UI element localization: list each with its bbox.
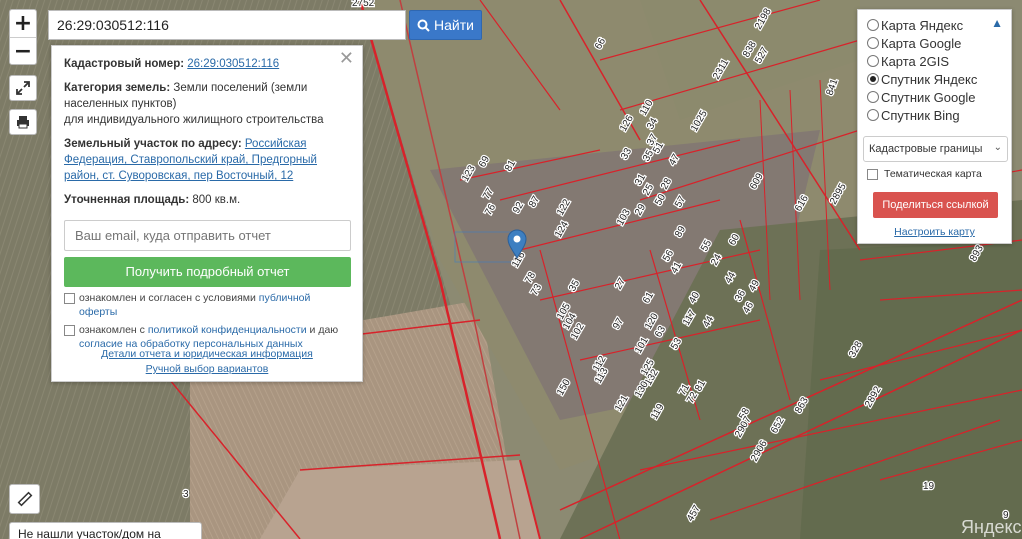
- privacy-policy-link[interactable]: политикой конфиденциальности: [148, 324, 307, 336]
- area-label: Уточненная площадь:: [64, 194, 190, 206]
- overlay-select[interactable]: Кадастровые границы ⌄: [863, 136, 1008, 162]
- ruler-button[interactable]: [9, 484, 40, 514]
- expand-icon: [16, 81, 30, 95]
- cadastral-label: Кадастровый номер:: [64, 58, 185, 70]
- email-input[interactable]: [64, 220, 351, 251]
- radio-icon[interactable]: [867, 109, 879, 121]
- layer-switcher-panel: ▲ Карта Яндекс Карта Google Карта 2GIS Спут…: [857, 9, 1012, 244]
- report-details-link[interactable]: Детали отчета и юридическая информация: [52, 347, 362, 362]
- offer-agreement: ознакомлен и согласен с условиями публич…: [64, 291, 350, 319]
- fullscreen-button[interactable]: [9, 75, 37, 101]
- layer-option[interactable]: Карта 2GIS: [867, 52, 1011, 70]
- radio-icon[interactable]: [867, 37, 879, 49]
- setup-map-link[interactable]: Настроить карту: [858, 226, 1011, 238]
- zoom-out-button[interactable]: −: [10, 37, 36, 64]
- layer-option-label: Спутник Яндекс: [881, 71, 978, 87]
- parcel-number-label[interactable]: 3: [182, 488, 191, 502]
- thematic-checkbox[interactable]: [867, 168, 878, 180]
- land-category-row: Категория земель: Земли поселений (земли…: [64, 80, 350, 128]
- manual-selection-link[interactable]: Ручной выбор вариантов: [52, 362, 362, 377]
- layer-option[interactable]: Спутник Bing: [867, 106, 1011, 124]
- layer-option[interactable]: Карта Google: [867, 34, 1011, 52]
- chevron-up-icon[interactable]: ▲: [991, 16, 1003, 30]
- attribution-logo: Яндекс: [961, 517, 1022, 537]
- parcel-info-panel: ✕ Кадастровый номер: 26:29:030512:116 Ка…: [51, 45, 363, 382]
- category-label: Категория земель:: [64, 82, 171, 94]
- thematic-map-toggle[interactable]: Тематическая карта: [867, 168, 982, 180]
- layer-option-label: Карта 2GIS: [881, 53, 950, 69]
- area-row: Уточненная площадь: 800 кв.м.: [64, 192, 350, 208]
- print-icon: [17, 116, 29, 129]
- print-button[interactable]: [9, 109, 37, 135]
- search-button-label: Найти: [434, 17, 474, 33]
- layer-option-label: Спутник Google: [881, 89, 976, 105]
- ruler-icon: [17, 491, 32, 507]
- radio-icon[interactable]: [867, 19, 879, 31]
- get-report-button[interactable]: Получить подробный отчет: [64, 257, 351, 287]
- area-value: 800 кв.м.: [192, 194, 241, 206]
- parcel-number-label[interactable]: 19: [922, 480, 936, 494]
- chevron-down-icon: ⌄: [993, 142, 1002, 153]
- panel-links: Детали отчета и юридическая информация Р…: [52, 347, 362, 377]
- offer-label: ознакомлен и согласен с условиями: [79, 292, 256, 304]
- share-link-button[interactable]: Поделиться ссылкой: [873, 192, 998, 218]
- layer-option-label: Спутник Bing: [881, 107, 960, 123]
- zoom-in-button[interactable]: +: [10, 10, 36, 37]
- thematic-label: Тематическая карта: [884, 168, 982, 180]
- address-label: Земельный участок по адресу:: [64, 138, 242, 150]
- privacy-mid-text: и даю: [309, 324, 339, 336]
- layer-option[interactable]: Спутник Google: [867, 88, 1011, 106]
- category-use: для индивидуального жилищного строительс…: [64, 114, 324, 126]
- cadastral-search-input[interactable]: [48, 10, 406, 40]
- cadastral-number-row: Кадастровый номер: 26:29:030512:116: [64, 56, 350, 72]
- radio-icon[interactable]: [867, 55, 879, 67]
- help-tab[interactable]: Не нашли участок/дом на карте?: [9, 522, 202, 539]
- layer-option[interactable]: Карта Яндекс: [867, 16, 1011, 34]
- parcel-number-label[interactable]: 2752: [351, 0, 376, 10]
- offer-checkbox[interactable]: [64, 293, 75, 304]
- layer-option[interactable]: Спутник Яндекс: [867, 70, 1011, 88]
- search-icon: [417, 19, 430, 32]
- offer-text: ознакомлен и согласен с условиями публич…: [79, 291, 350, 319]
- basemap-options: Карта Яндекс Карта Google Карта 2GIS Спутни…: [867, 16, 1011, 124]
- cadastral-number-link[interactable]: 26:29:030512:116: [187, 58, 279, 70]
- address-row: Земельный участок по адресу: Российская …: [64, 136, 350, 184]
- zoom-control: + −: [9, 9, 37, 65]
- layer-option-label: Карта Яндекс: [881, 17, 964, 33]
- layer-option-label: Карта Google: [881, 35, 962, 51]
- radio-icon[interactable]: [867, 73, 879, 85]
- privacy-checkbox[interactable]: [64, 325, 75, 336]
- search-button[interactable]: Найти: [409, 10, 482, 40]
- privacy-label: ознакомлен с: [79, 324, 145, 336]
- close-icon[interactable]: ✕: [339, 49, 354, 67]
- overlay-select-value: Кадастровые границы: [869, 143, 983, 155]
- radio-icon[interactable]: [867, 91, 879, 103]
